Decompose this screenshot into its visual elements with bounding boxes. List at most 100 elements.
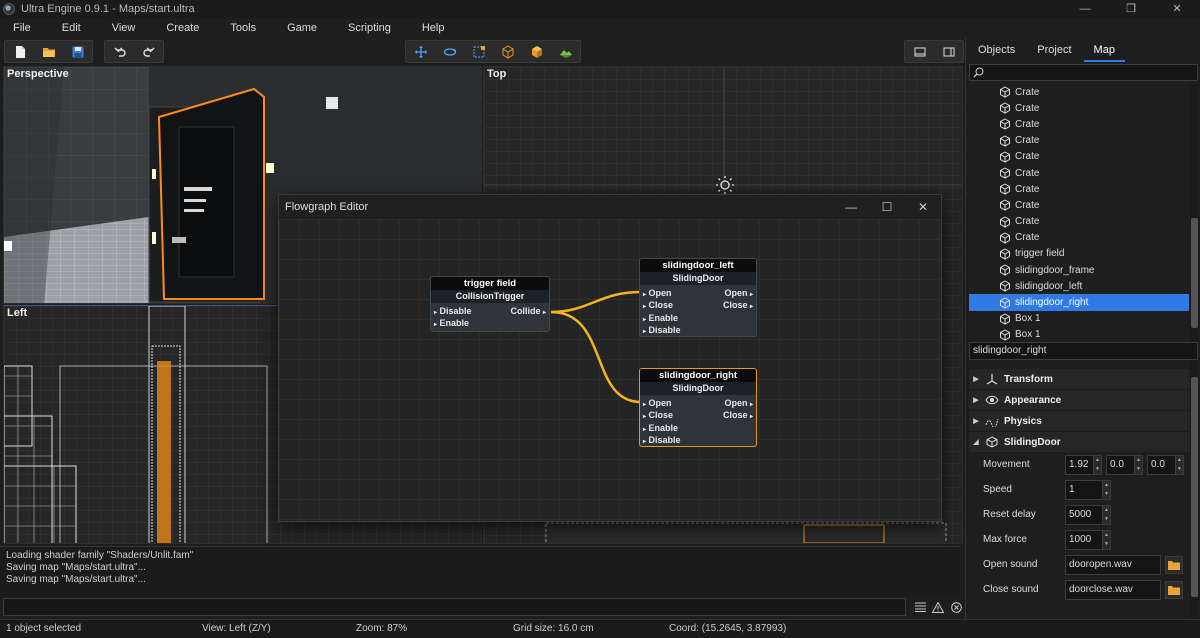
browse-open-sound-button[interactable] [1165,556,1183,574]
speed-input[interactable]: 1 ▲ ▼ [1065,480,1111,500]
terrain-icon [559,49,572,58]
tree-item[interactable]: Crate [969,84,1189,100]
movement-z-input[interactable]: 0.0 ▲ ▼ [1147,455,1184,475]
tree-item[interactable]: Crate [969,214,1189,230]
entity-name-field[interactable]: slidingdoor_right [969,342,1198,360]
tree-item[interactable]: Crate [969,133,1189,149]
input-port-close[interactable]: ▸ Close [643,410,673,420]
properties-scrollbar[interactable] [1190,369,1199,619]
menu-edit[interactable]: Edit [44,18,94,38]
tree-item[interactable]: trigger field [969,246,1189,262]
output-port-collide[interactable]: Collide ▸ [510,306,546,316]
section-appearance[interactable]: ▶ Appearance [969,390,1189,411]
tree-item[interactable]: Crate [969,197,1189,213]
scene-tree-scrollbar[interactable] [1190,84,1199,374]
input-port-open[interactable]: ▸ Open [643,398,672,408]
tree-item[interactable]: Crate [969,165,1189,181]
output-port-open[interactable]: Open ▸ [724,288,753,298]
slidingdoor-right-node[interactable]: slidingdoor_right SlidingDoor ▸ Open ▸ C… [639,368,757,447]
input-port-open[interactable]: ▸ Open [643,288,672,298]
tree-item[interactable]: slidingdoor_left [969,278,1189,294]
rotate-tool-button[interactable] [435,41,464,62]
entity-cube-icon [1000,216,1010,228]
flowgraph-canvas[interactable]: trigger field CollisionTrigger ▸ Disable… [279,219,941,521]
scale-tool-button[interactable] [464,41,493,62]
menu-help[interactable]: Help [404,18,458,38]
input-port-enable[interactable]: ▸ Enable [434,318,469,328]
tree-item-label: slidingdoor_frame [1015,264,1095,276]
close-button[interactable]: ✕ [1154,0,1200,18]
close-sound-input[interactable]: doorclose.wav [1065,580,1161,600]
trigger-field-node[interactable]: trigger field CollisionTrigger ▸ Disable… [430,276,550,332]
error-icon[interactable] [947,598,965,616]
input-port-close[interactable]: ▸ Close [643,300,673,310]
scale-icon [473,45,485,57]
input-port-enable[interactable]: ▸ Enable [643,423,678,433]
movement-x-input[interactable]: 1.92 ▲ ▼ [1065,455,1102,475]
tree-item[interactable]: Crate [969,230,1189,246]
tree-item[interactable]: Crate [969,181,1189,197]
max-force-row: Max force 1000 ▲ ▼ [969,528,1189,553]
list-icon[interactable] [911,598,929,616]
slidingdoor-left-node[interactable]: slidingdoor_left SlidingDoor ▸ Open ▸ Cl… [639,258,757,337]
single-view-button[interactable] [905,41,934,62]
scene-search-input[interactable] [969,64,1198,81]
tab-objects[interactable]: Objects [968,40,1025,62]
input-port-disable[interactable]: ▸ Disable [434,306,472,316]
tree-item[interactable]: Box 1 [969,311,1189,327]
tab-project[interactable]: Project [1027,40,1081,62]
tab-map[interactable]: Map [1083,40,1125,62]
browse-close-sound-button[interactable] [1165,581,1183,599]
undo-button[interactable] [105,41,134,62]
reset-delay-input[interactable]: 5000 ▲ ▼ [1065,505,1111,525]
output-port-close[interactable]: Close ▸ [723,410,753,420]
minimize-button[interactable]: — [1062,0,1108,18]
warning-icon[interactable] [929,598,947,616]
output-port-open[interactable]: Open ▸ [724,398,753,408]
flowgraph-close-button[interactable]: ✕ [905,195,941,219]
layout-toolbar-group [904,40,964,63]
section-slidingdoor[interactable]: ◢ SlidingDoor [969,432,1189,453]
tree-item[interactable]: slidingdoor_right [969,294,1189,311]
flowgraph-minimize-button[interactable]: — [833,195,869,219]
flowgraph-title-bar[interactable]: Flowgraph Editor — ☐ ✕ [279,195,941,219]
open-sound-input[interactable]: dooropen.wav [1065,555,1161,575]
output-port-close[interactable]: Close ▸ [723,300,753,310]
max-force-input[interactable]: 1000 ▲ ▼ [1065,530,1111,550]
menu-create[interactable]: Create [148,18,212,38]
tree-item[interactable]: Box 1 [969,327,1189,343]
tree-item[interactable]: Crate [969,100,1189,116]
command-input[interactable] [3,598,906,616]
redo-button[interactable] [134,41,163,62]
movement-y-input[interactable]: 0.0 ▲ ▼ [1106,455,1143,475]
terrain-tool-button[interactable] [551,41,580,62]
flowgraph-editor-window[interactable]: Flowgraph Editor — ☐ ✕ trigger field Col… [278,194,942,522]
input-port-enable[interactable]: ▸ Enable [643,313,678,323]
split-view-icon [943,47,954,56]
tree-item[interactable]: Crate [969,116,1189,132]
menu-file[interactable]: File [0,18,44,38]
menu-scripting[interactable]: Scripting [330,18,404,38]
section-transform[interactable]: ▶ Transform [969,369,1189,390]
tree-item[interactable]: Crate [969,149,1189,165]
section-physics[interactable]: ▶ Physics [969,411,1189,432]
save-button[interactable] [63,41,92,62]
new-file-button[interactable] [5,41,34,62]
open-file-button[interactable] [34,41,63,62]
collapse-arrow-icon: ◢ [973,439,979,446]
maximize-button[interactable]: ❐ [1108,0,1154,18]
status-grid: Grid size: 16.0 cm [513,623,594,634]
move-tool-button[interactable] [406,41,435,62]
menu-view[interactable]: View [94,18,149,38]
split-view-button[interactable] [934,41,963,62]
physics-curve-icon [985,418,999,427]
scene-tree[interactable]: Crate Crate Crate Crate Crate Crate Crate Crate… [969,84,1189,374]
flowgraph-maximize-button[interactable]: ☐ [869,195,905,219]
select-box-button[interactable] [493,41,522,62]
menu-tools[interactable]: Tools [212,18,269,38]
tree-item[interactable]: slidingdoor_frame [969,262,1189,278]
input-port-disable[interactable]: ▸ Disable [643,325,681,335]
menu-game[interactable]: Game [269,18,330,38]
input-port-disable[interactable]: ▸ Disable [643,435,681,445]
select-object-button[interactable] [522,41,551,62]
